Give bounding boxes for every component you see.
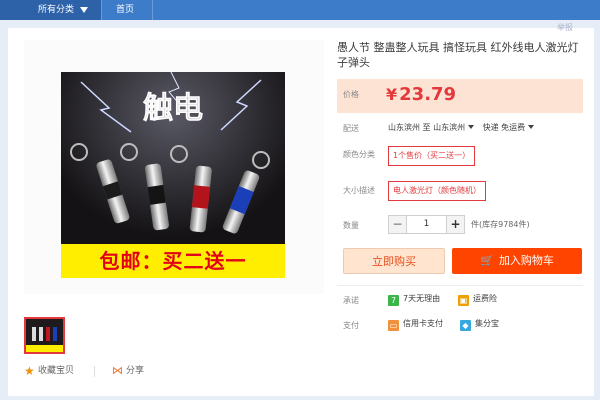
quantity-stepper: − 1 + — [388, 215, 465, 234]
color-option-label: 颜色分类 — [343, 150, 375, 159]
shipping-label: 配送 — [343, 124, 359, 133]
promo-banner: 包邮：买二送一 — [61, 244, 285, 278]
price-value: ¥23.79 — [386, 82, 456, 108]
share-button[interactable]: ⋈ 分享 — [112, 364, 144, 378]
report-link[interactable]: 举报 — [557, 22, 573, 33]
section-divider — [337, 285, 583, 286]
all-categories-label: 所有分类 — [38, 5, 75, 15]
quantity-decrease-button[interactable]: − — [389, 216, 407, 233]
color-option-selected[interactable]: 1个售价（买二送一） — [388, 146, 476, 166]
payment-label: 支付 — [343, 321, 359, 330]
favorite-label: 收藏宝贝 — [38, 366, 75, 376]
favorite-button[interactable]: ★ 收藏宝贝 — [24, 364, 74, 378]
jifenbao-label: 集分宝 — [475, 319, 499, 328]
size-option-label: 大小描述 — [343, 186, 375, 195]
ship-to-select[interactable]: 山东滨州 — [433, 123, 480, 132]
top-nav: 所有分类 首页 — [0, 0, 600, 20]
currency-symbol: ¥ — [386, 85, 398, 104]
promise-label: 承诺 — [343, 296, 359, 305]
price-panel — [337, 79, 583, 113]
quantity-increase-button[interactable]: + — [446, 216, 464, 233]
credit-card-label: 信用卡支付 — [403, 319, 443, 328]
ship-method-select[interactable]: 快递 免运费 — [483, 123, 541, 132]
thumbnail-illustration — [26, 319, 63, 352]
seven-day-return[interactable]: 7 7天无理由 — [388, 293, 440, 306]
action-divider — [94, 366, 95, 377]
shipping-insurance[interactable]: ▣ 运费险 — [458, 293, 497, 306]
seven-day-label: 7天无理由 — [403, 294, 441, 303]
share-label: 分享 — [126, 366, 145, 376]
chevron-down-icon — [528, 125, 535, 129]
quantity-input[interactable]: 1 — [407, 216, 446, 233]
all-categories-menu[interactable]: 所有分类 — [0, 0, 101, 20]
add-to-cart-label: 加入购物车 — [498, 254, 554, 267]
nav-divider — [152, 0, 153, 20]
ship-to: 山东滨州 — [433, 123, 466, 132]
star-icon: ★ — [24, 364, 35, 378]
ship-to-word: 至 — [422, 123, 431, 132]
seven-day-icon: 7 — [388, 295, 399, 306]
chevron-down-icon — [80, 7, 88, 13]
size-option-selected[interactable]: 电人激光灯（颜色随机） — [388, 181, 486, 201]
share-icon: ⋈ — [112, 364, 123, 377]
add-to-cart-button[interactable]: 🛒 加入购物车 — [452, 248, 582, 274]
price-label: 价格 — [343, 90, 359, 99]
shipping-info: 山东滨州 至 山东滨州 快递 免运费 — [388, 122, 540, 133]
buy-now-button[interactable]: 立即购买 — [343, 248, 445, 274]
nav-divider — [101, 0, 102, 20]
product-title: 愚人节 整蛊整人玩具 搞怪玩具 红外线电人激光灯 子弹头 — [337, 41, 579, 69]
nav-home-link[interactable]: 首页 — [116, 0, 134, 20]
quantity-label: 数量 — [343, 221, 359, 230]
stock-text: 件(库存9784件) — [471, 220, 530, 229]
product-thumbnail[interactable] — [24, 317, 65, 354]
credit-card-icon: ▭ — [388, 320, 399, 331]
credit-card-payment[interactable]: ▭ 信用卡支付 — [388, 318, 443, 331]
ship-method: 快递 免运费 — [482, 123, 526, 132]
jifenbao-payment[interactable]: ◆ 集分宝 — [460, 318, 499, 331]
jifenbao-icon: ◆ — [460, 320, 471, 331]
image-title-text: 触电 — [143, 91, 203, 126]
cart-icon: 🛒 — [480, 254, 494, 267]
chevron-down-icon — [468, 125, 475, 129]
price-amount: 23.79 — [399, 84, 457, 105]
ship-from: 山东滨州 — [388, 123, 420, 132]
insurance-icon: ▣ — [458, 295, 469, 306]
insurance-label: 运费险 — [473, 294, 497, 303]
